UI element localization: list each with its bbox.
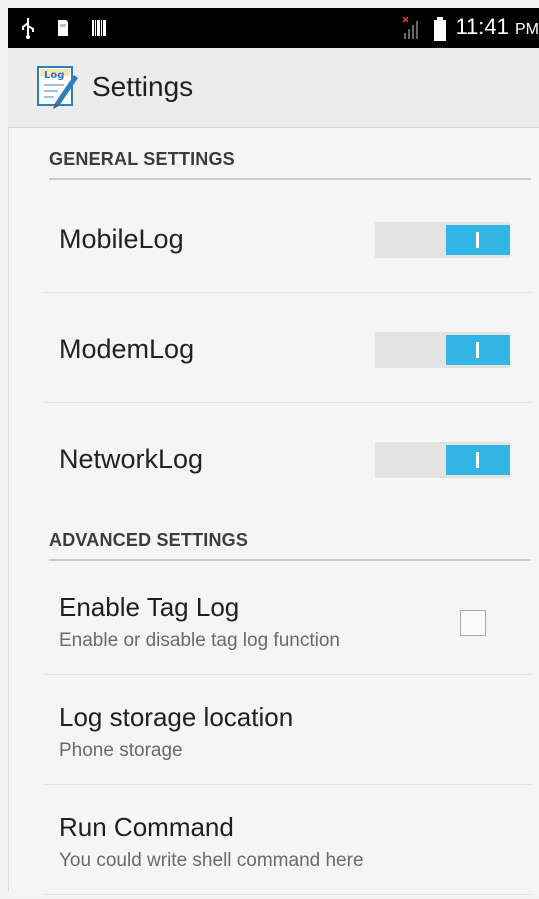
- setting-title: Run Command: [59, 812, 234, 842]
- setting-networklog[interactable]: NetworkLog: [44, 403, 531, 513]
- setting-label: NetworkLog: [59, 444, 204, 474]
- setting-subtitle: Enable or disable tag log function: [59, 630, 340, 651]
- setting-enable-tag-log[interactable]: Enable Tag Log Enable or disable tag log…: [44, 565, 531, 675]
- page-title: Settings: [92, 71, 194, 102]
- section-header-advanced: ADVANCED SETTINGS: [49, 525, 531, 561]
- status-right-icons: 11:41 PM: [401, 12, 539, 45]
- setting-label: MobileLog: [59, 224, 184, 254]
- section-header-general: GENERAL SETTINGS: [49, 144, 531, 180]
- sim-icon: [58, 20, 68, 36]
- setting-label: ModemLog: [59, 334, 195, 364]
- no-signal-icon: [402, 15, 419, 39]
- status-bar: 11:41 PM: [8, 8, 539, 48]
- log-app-icon: Log: [37, 66, 78, 109]
- setting-subtitle: Phone storage: [59, 740, 183, 761]
- app-icon-text: Log: [44, 70, 64, 81]
- networklog-toggle[interactable]: [375, 442, 510, 478]
- status-time-value: 11:41: [455, 14, 509, 39]
- usb-icon: [22, 18, 34, 39]
- setting-modemlog[interactable]: ModemLog: [44, 293, 531, 403]
- setting-run-command[interactable]: Run Command You could write shell comman…: [44, 785, 531, 895]
- setting-log-storage-location[interactable]: Log storage location Phone storage: [44, 675, 531, 785]
- status-left-icons: [20, 16, 108, 40]
- setting-title: Enable Tag Log: [59, 592, 240, 622]
- status-time: 11:41 PM: [455, 12, 539, 45]
- battery-icon: [434, 16, 447, 41]
- toggle-on-knob: [446, 335, 510, 365]
- status-ampm: PM: [515, 21, 539, 38]
- setting-title: Log storage location: [59, 702, 294, 732]
- action-bar: Log Settings: [8, 48, 539, 128]
- settings-list: GENERAL SETTINGS MobileLog ModemLog Netw…: [8, 128, 539, 895]
- enable-tag-log-checkbox[interactable]: [460, 610, 486, 636]
- barcode-icon: [92, 20, 106, 36]
- toggle-on-knob: [446, 225, 510, 255]
- mobilelog-toggle[interactable]: [375, 222, 510, 258]
- toggle-on-knob: [446, 445, 510, 475]
- modemlog-toggle[interactable]: [375, 332, 510, 368]
- setting-mobilelog[interactable]: MobileLog: [44, 183, 531, 293]
- setting-subtitle: You could write shell command here: [59, 850, 364, 871]
